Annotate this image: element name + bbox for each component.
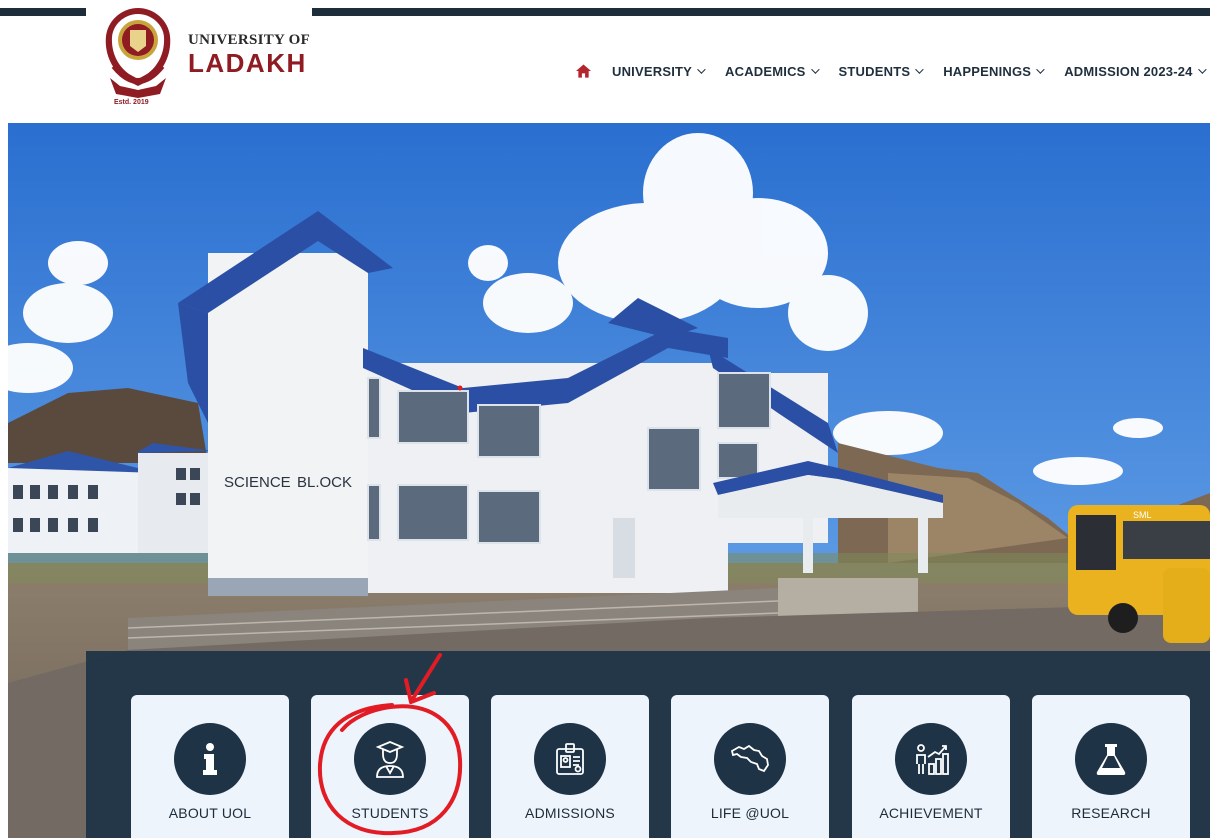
chevron-down-icon — [1036, 65, 1045, 74]
university-seal-icon — [105, 8, 171, 98]
nav-happenings[interactable]: HAPPENINGS — [943, 63, 1045, 79]
card-achievement[interactable]: ACHIEVEMENT — [852, 695, 1010, 838]
nav-students-label: STUDENTS — [838, 63, 911, 79]
logo-text-main: LADAKH — [188, 48, 307, 78]
graduate-icon — [354, 723, 426, 795]
chevron-down-icon — [810, 65, 820, 74]
building-sign-left: SCIENCE — [224, 474, 291, 491]
card-admissions[interactable]: ADMISSIONS — [491, 695, 649, 838]
ladakh-map-icon — [714, 723, 786, 795]
nav-students[interactable]: STUDENTS — [838, 63, 924, 79]
card-admissions-label: ADMISSIONS — [525, 805, 615, 821]
logo-text-top: UNIVERSITY OF — [188, 32, 311, 48]
card-about-uol-label: ABOUT UOL — [168, 805, 252, 821]
chevron-down-icon — [915, 65, 924, 74]
card-research[interactable]: RESEARCH — [1032, 695, 1190, 838]
red-dot-marker — [457, 385, 463, 391]
main-nav: UNIVERSITY ACADEMICS STUDENTS HAPPENINGS… — [576, 60, 1207, 82]
nav-academics[interactable]: ACADEMICS — [725, 63, 820, 79]
building-sign-right: BL.OCK — [297, 474, 352, 491]
card-research-label: RESEARCH — [1071, 805, 1151, 821]
nav-academics-label: ACADEMICS — [725, 63, 806, 79]
id-card-icon — [534, 723, 606, 795]
nav-university[interactable]: UNIVERSITY — [612, 63, 706, 79]
nav-university-label: UNIVERSITY — [612, 63, 693, 79]
bus-sign: SML — [1133, 510, 1152, 520]
nav-admission[interactable]: ADMISSION 2023-24 — [1064, 63, 1207, 79]
card-students-label: STUDENTS — [351, 805, 429, 821]
nav-admission-label: ADMISSION 2023-24 — [1064, 63, 1193, 79]
chevron-down-icon — [697, 65, 706, 74]
card-about-uol[interactable]: ABOUT UOL — [131, 695, 289, 838]
growth-chart-icon — [895, 723, 967, 795]
logo-estd: Estd. 2019 — [114, 99, 149, 106]
home-icon[interactable] — [576, 63, 592, 79]
card-life-uol[interactable]: LIFE @UOL — [671, 695, 829, 838]
site-logo[interactable]: UNIVERSITY OF LADAKH Estd. 2019 — [96, 6, 311, 114]
nav-happenings-label: HAPPENINGS — [943, 63, 1032, 79]
flask-icon — [1075, 723, 1147, 795]
card-achievement-label: ACHIEVEMENT — [879, 805, 983, 821]
top-bar-left — [0, 8, 86, 16]
top-bar-right — [312, 8, 1210, 16]
chevron-down-icon — [1197, 65, 1207, 74]
card-students[interactable]: STUDENTS — [311, 695, 469, 838]
info-icon — [174, 723, 246, 795]
card-life-uol-label: LIFE @UOL — [710, 805, 790, 821]
